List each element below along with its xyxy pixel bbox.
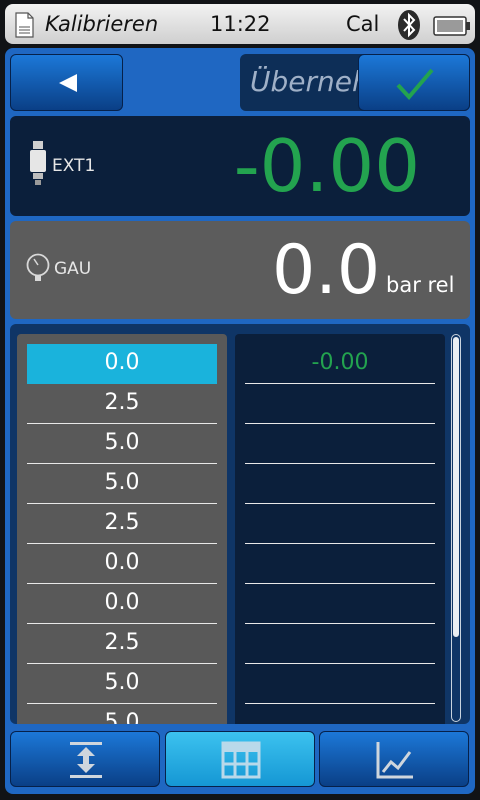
table-icon	[221, 741, 261, 779]
bluetooth-icon	[398, 10, 420, 40]
table-view-button[interactable]	[165, 731, 315, 787]
table-scrollbar[interactable]	[451, 334, 461, 722]
setpoint-row[interactable]: 2.5	[27, 384, 217, 424]
clock: 11:22	[210, 12, 271, 36]
mode-indicator: Cal	[346, 12, 380, 36]
reading-row[interactable]	[245, 624, 435, 664]
status-bar: Kalibrieren 11:22 Cal	[5, 4, 475, 44]
setpoint-row[interactable]: 0.0	[27, 544, 217, 584]
chart-view-button[interactable]	[319, 731, 469, 787]
reading-row[interactable]	[245, 384, 435, 424]
ext1-value: -0.00	[233, 124, 420, 208]
gauge-icon	[26, 253, 50, 281]
reading-row[interactable]	[245, 664, 435, 704]
app-title: Kalibrieren	[45, 12, 159, 36]
accept-button[interactable]	[358, 54, 470, 111]
back-arrow-icon	[59, 74, 77, 92]
setpoint-row[interactable]: 5.0	[27, 464, 217, 504]
setpoint-row[interactable]: 5.0	[27, 424, 217, 464]
chart-icon	[376, 742, 413, 779]
reading-row[interactable]	[245, 544, 435, 584]
setpoint-row[interactable]: 5.0	[27, 704, 217, 724]
setpoint-column[interactable]: 0.0 2.5 5.0 5.0 2.5 0.0 0.0 2.5 5.0 5.0	[17, 334, 227, 724]
setpoint-row[interactable]: 2.5	[27, 624, 217, 664]
setpoint-row[interactable]: 0.0	[27, 584, 217, 624]
reading-row[interactable]	[245, 464, 435, 504]
setpoint-row[interactable]: 0.0	[27, 344, 217, 384]
accept-label: Übernehmen	[250, 65, 360, 98]
setpoint-row[interactable]: 5.0	[27, 664, 217, 704]
reading-column[interactable]: -0.00	[235, 334, 445, 724]
ext1-reading-panel[interactable]: EXT1 -0.00	[10, 116, 470, 216]
gau-unit: bar rel	[386, 273, 455, 297]
up-down-button[interactable]	[10, 731, 160, 787]
sensor-icon	[30, 141, 46, 185]
gau-value: 0.0	[272, 231, 381, 310]
checkmark-icon	[396, 68, 434, 101]
back-button[interactable]	[10, 54, 123, 111]
setpoint-row[interactable]: 2.5	[27, 504, 217, 544]
reading-row[interactable]	[245, 504, 435, 544]
calibration-app-icon	[15, 12, 34, 38]
reading-row[interactable]	[245, 424, 435, 464]
reading-row[interactable]	[245, 584, 435, 624]
battery-icon	[433, 16, 470, 36]
gau-label: GAU	[54, 259, 92, 279]
reading-row[interactable]: -0.00	[245, 344, 435, 384]
reading-row[interactable]	[245, 704, 435, 724]
up-down-arrows-icon	[70, 742, 102, 778]
ext1-label: EXT1	[52, 156, 96, 176]
scroll-thumb[interactable]	[453, 337, 459, 637]
gau-reading-panel[interactable]: GAU 0.0 bar rel	[10, 221, 470, 319]
